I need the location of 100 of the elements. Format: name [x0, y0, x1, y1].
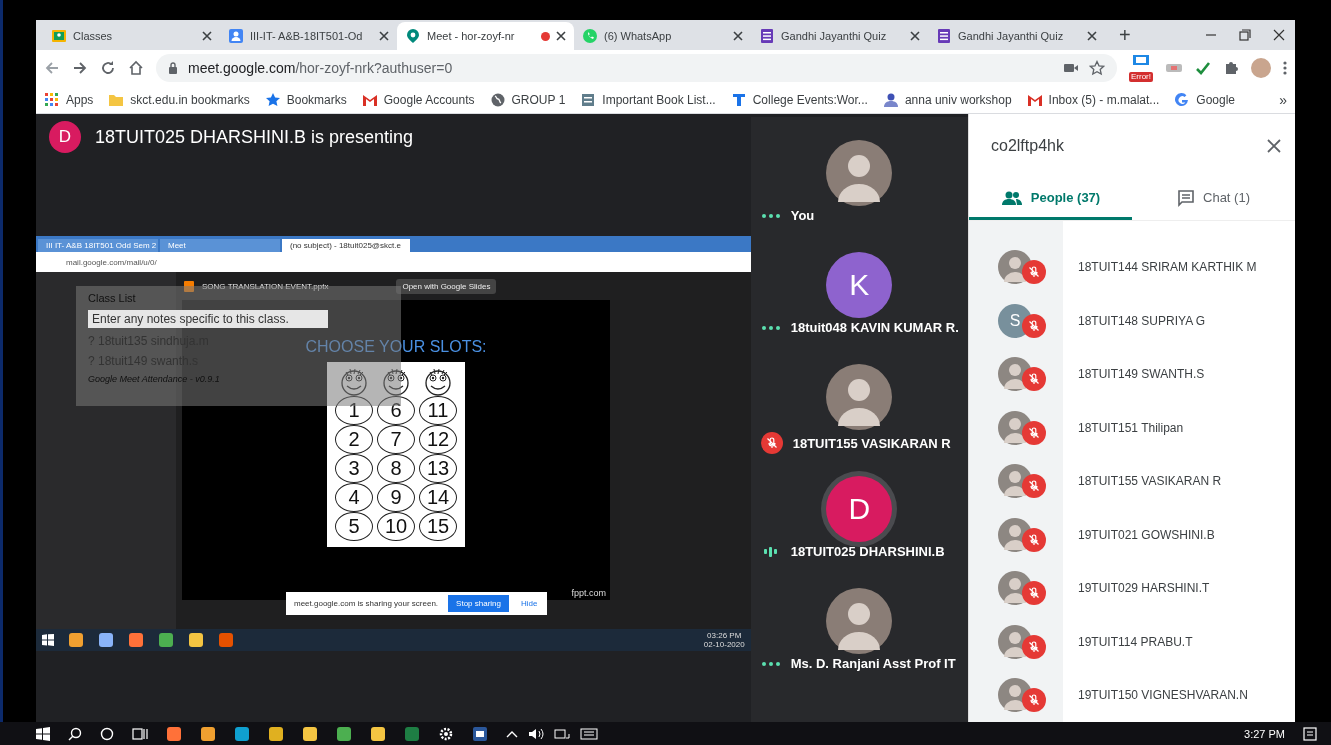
browser-tab[interactable]: Meet - hor-zoyf-nr [397, 22, 574, 50]
participant-name: 18TUIT149 SWANTH.S [1077, 367, 1205, 382]
circle-icon[interactable] [100, 726, 114, 741]
form-icon [759, 28, 775, 44]
menu-icon[interactable] [1283, 60, 1287, 76]
star-icon[interactable] [1089, 60, 1105, 76]
close-icon [1267, 139, 1281, 154]
participant-name: 18TUIT148 SUPRIYA G [1077, 313, 1206, 328]
app-icon [188, 632, 204, 648]
close-icon[interactable] [202, 31, 212, 41]
bookmark-link[interactable]: Bookmarks [264, 91, 347, 108]
network-icon[interactable] [554, 726, 570, 741]
star-icon [264, 91, 281, 108]
slot-number: 13 [419, 454, 457, 483]
person-icon [882, 91, 899, 108]
stop-sharing-button[interactable]: Stop sharing [448, 595, 509, 612]
mic-off-icon [1028, 533, 1040, 546]
recording-dot-icon [541, 31, 550, 41]
avatar: K [826, 252, 893, 318]
participant-name: 19TUIT114 PRABU.T [1077, 634, 1193, 649]
tab-title: III IT- A&B 18IT501 Odd Sem 2 [46, 241, 157, 250]
app-icon[interactable] [200, 725, 216, 742]
slides-file-icon [184, 280, 194, 292]
browser-tab[interactable]: III-IT- A&B-18IT501-Od [220, 22, 397, 50]
document-icon [580, 91, 597, 108]
app-icon [68, 632, 84, 648]
bookmark-link[interactable]: skct.edu.in bookmarks [108, 91, 250, 108]
bookmark-link[interactable]: College Events:Wor... [730, 91, 868, 108]
close-icon[interactable] [1087, 31, 1097, 41]
speaker-icon[interactable] [528, 726, 544, 741]
slot-number: 8 [377, 454, 415, 483]
app-icon[interactable] [370, 725, 386, 742]
close-icon[interactable] [1273, 29, 1285, 41]
close-icon[interactable] [379, 31, 389, 41]
slot-number: 15 [419, 512, 457, 541]
slot-number: 1 [335, 396, 373, 425]
check-icon[interactable] [1195, 60, 1211, 76]
camera-icon[interactable] [1063, 62, 1079, 74]
close-icon[interactable] [910, 31, 920, 41]
app-icon[interactable] [302, 725, 318, 742]
word-icon[interactable] [472, 725, 488, 742]
app-icon [128, 632, 144, 648]
participant-name: 18tuit048 KAVIN KUMAR R. [790, 320, 959, 335]
mic-off-icon [1028, 426, 1040, 439]
bookmark-link[interactable]: Important Book List... [580, 91, 716, 108]
close-icon[interactable] [733, 31, 743, 41]
close-button[interactable] [1267, 139, 1281, 154]
windows-logo-icon[interactable] [36, 726, 50, 741]
chat-icon [1177, 188, 1195, 207]
participant-name: 18TUIT155 VASIKARAN R [792, 435, 951, 451]
app-icon[interactable] [268, 725, 284, 742]
slot-number: 2 [335, 425, 373, 454]
address-bar[interactable]: meet.google.com/hor-zoyf-nrk?authuser=0 [156, 54, 1117, 82]
app-icon [98, 632, 114, 648]
panel-tab[interactable]: Chat (1) [1132, 178, 1295, 220]
panel-title: Class List [88, 292, 136, 304]
browser-tab[interactable]: (6) WhatsApp [574, 22, 751, 50]
slot-number: 10 [377, 512, 415, 541]
forward-arrow-icon[interactable] [72, 60, 88, 76]
participant-name: 18TUIT151 Thilipan [1077, 420, 1184, 435]
bookmark-link[interactable]: Apps [44, 91, 94, 108]
participant-name: 18TUIT144 SRIRAM KARTHIK M [1077, 260, 1257, 275]
bookmark-link[interactable]: Google [1174, 91, 1235, 108]
bookmark-link[interactable]: Inbox (5) - m.malat... [1026, 91, 1160, 108]
browser-tab[interactable]: Classes [43, 22, 220, 50]
apps-grid-icon [44, 91, 60, 108]
participant-name: 18TUIT155 VASIKARAN R [1077, 474, 1222, 489]
mic-off-icon [1028, 319, 1040, 332]
browser-tab[interactable]: Gandhi Jayanthi Quiz [751, 22, 928, 50]
notifications-icon[interactable] [1303, 726, 1317, 741]
keyboard-icon[interactable] [580, 727, 598, 740]
app-icon[interactable] [234, 725, 250, 742]
t-logo-icon [730, 91, 747, 108]
slot-number: 6 [377, 396, 415, 425]
extension-icon[interactable] [1165, 62, 1183, 74]
app-icon[interactable] [166, 725, 182, 742]
bookmark-link[interactable]: Google Accounts [361, 91, 475, 108]
restore-icon[interactable] [1239, 29, 1251, 41]
task-view-icon[interactable] [132, 726, 148, 741]
gear-icon[interactable] [438, 725, 454, 742]
windows-logo-icon [42, 634, 54, 646]
more-bookmarks-button[interactable]: » [1279, 91, 1287, 108]
mic-off-icon [1028, 694, 1040, 707]
new-tab-button[interactable]: + [1115, 23, 1135, 47]
bookmark-link[interactable]: anna univ workshop [882, 91, 1012, 108]
slide-title: CHOOSE YOUR SLOTS: [305, 338, 487, 356]
classroom-icon [51, 28, 67, 44]
reload-icon[interactable] [100, 60, 116, 76]
home-icon[interactable] [128, 60, 144, 76]
search-icon[interactable] [68, 726, 82, 741]
error-badge: Error! [1129, 72, 1153, 82]
browser-tab[interactable]: Gandhi Jayanthi Quiz [928, 22, 1105, 50]
bookmark-link[interactable]: GROUP 1 [489, 91, 566, 108]
app-icon[interactable] [336, 725, 352, 742]
notes-field[interactable]: Enter any notes specific to this class. [88, 310, 328, 328]
back-arrow-icon[interactable] [44, 60, 60, 76]
close-icon[interactable] [556, 31, 566, 41]
presenter-avatar: D [49, 121, 81, 153]
puzzle-icon[interactable] [1223, 60, 1239, 76]
hide-button[interactable]: Hide [519, 597, 540, 610]
